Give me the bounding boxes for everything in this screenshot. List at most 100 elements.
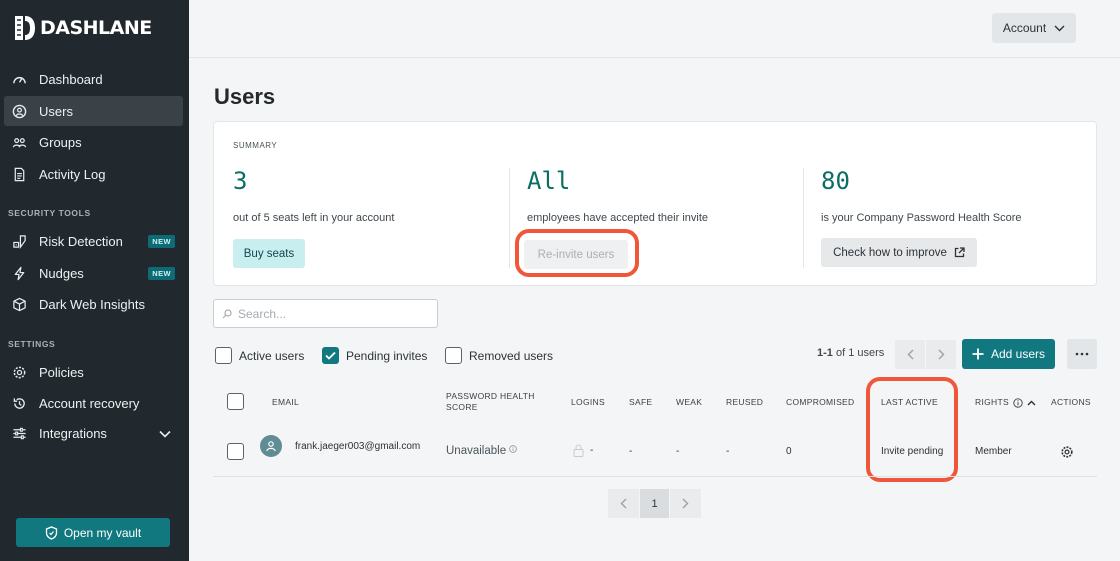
sidebar-item-label: Integrations (39, 425, 107, 441)
pagination-total: of 1 users (835, 347, 885, 359)
cube-icon (12, 297, 27, 312)
health-stat-caption: is your Company Password Health Score (821, 212, 1022, 224)
account-menu-button[interactable]: Account (992, 13, 1076, 43)
safe-value: - (629, 446, 633, 457)
highlight-annotation (866, 377, 958, 482)
row-checkbox[interactable] (227, 443, 244, 460)
logins-value: - (573, 444, 593, 457)
sidebar-item-label: Nudges (39, 265, 84, 281)
weak-value: - (676, 446, 680, 457)
sidebar-item-dashboard[interactable]: Dashboard (4, 64, 183, 94)
search-input[interactable] (238, 306, 418, 321)
last-active-value: Invite pending (881, 446, 944, 457)
previous-page-button[interactable] (895, 340, 925, 369)
gear-icon (12, 365, 27, 380)
sidebar-item-integrations[interactable]: Integrations (4, 418, 183, 448)
highlight-annotation (515, 229, 639, 277)
sidebar-item-groups[interactable]: Groups (4, 127, 183, 157)
sidebar-item-label: Risk Detection (39, 233, 123, 249)
page-number-button[interactable]: 1 (640, 489, 669, 518)
sort-ascending-icon[interactable] (1027, 400, 1036, 406)
next-page-button[interactable] (670, 489, 701, 518)
column-header-rights[interactable]: RIGHTS (975, 397, 1036, 408)
sidebar-item-label: Users (39, 103, 73, 119)
column-header-compromised: COMPROMISED (786, 397, 855, 407)
more-options-button[interactable] (1067, 339, 1097, 369)
health-stat-value: 80 (821, 167, 850, 195)
chevron-down-icon (159, 426, 171, 441)
page-title: Users (214, 84, 276, 109)
section-label-security-tools: SECURITY TOOLS (8, 208, 91, 218)
section-label-settings: SETTINGS (8, 339, 56, 349)
filter-pending-invites[interactable]: Pending invites (322, 347, 427, 364)
search-icon (222, 308, 232, 318)
account-label: Account (1002, 21, 1047, 35)
top-bar (189, 0, 1120, 58)
summary-label: SUMMARY (233, 141, 278, 150)
seats-stat-value: 3 (233, 167, 248, 195)
column-header-email: EMAIL (272, 397, 300, 407)
sidebar-item-label: Account recovery (39, 395, 140, 411)
document-icon (12, 167, 27, 182)
sidebar-item-label: Activity Log (39, 166, 106, 182)
sidebar-item-risk-detection[interactable]: Risk Detection NEW (4, 226, 183, 256)
shield-icon (45, 525, 57, 540)
checkbox-checked[interactable] (322, 347, 339, 364)
lightning-icon (12, 266, 27, 281)
sidebar-item-policies[interactable]: Policies (4, 357, 183, 387)
buy-seats-button[interactable]: Buy seats (233, 239, 305, 268)
sidebar-item-nudges[interactable]: Nudges NEW (4, 258, 183, 288)
checkbox[interactable] (215, 347, 232, 364)
rights-value: Member (975, 446, 1012, 457)
filter-active-users[interactable]: Active users (215, 347, 304, 364)
password-health-value: Unavailable (446, 445, 517, 457)
search-box[interactable] (213, 299, 438, 328)
filter-removed-users[interactable]: Removed users (445, 347, 553, 364)
checkbox[interactable] (445, 347, 462, 364)
column-header-last-active: LAST ACTIVE (881, 397, 938, 407)
divider (509, 168, 510, 268)
next-page-button[interactable] (926, 340, 956, 369)
column-header-weak: WEAK (676, 397, 703, 407)
check-how-to-improve-button[interactable]: Check how to improve (821, 238, 977, 267)
sidebar: DASHLANE Dashboard Users Groups Activity… (0, 0, 189, 561)
column-header-password-health: PASSWORD HEALTH SCORE (446, 391, 535, 412)
info-icon (1013, 397, 1023, 408)
pagination-range: 1-1 (817, 347, 833, 359)
dashlane-logo[interactable]: DASHLANE (14, 14, 152, 42)
column-header-logins: LOGINS (571, 397, 605, 407)
column-header-safe: SAFE (629, 397, 653, 407)
sidebar-item-dark-web-insights[interactable]: Dark Web Insights (4, 289, 183, 319)
filter-label: Pending invites (346, 348, 428, 363)
sidebar-item-activity-log[interactable]: Activity Log (4, 159, 183, 189)
open-vault-button[interactable]: Open my vault (16, 518, 170, 547)
chevron-right-icon (682, 498, 689, 509)
avatar (260, 435, 282, 457)
chevron-down-icon (1054, 25, 1065, 31)
add-users-button[interactable]: Add users (962, 339, 1055, 369)
invites-stat-value: All (527, 167, 571, 195)
sidebar-item-account-recovery[interactable]: Account recovery (4, 388, 183, 418)
sidebar-item-label: Policies (39, 364, 84, 380)
previous-page-button[interactable] (608, 489, 639, 518)
gear-icon (1061, 446, 1073, 458)
user-circle-icon (12, 104, 27, 119)
radar-icon (12, 234, 27, 249)
new-badge: NEW (148, 234, 175, 248)
user-icon (266, 441, 276, 452)
select-all-checkbox[interactable] (227, 393, 244, 410)
sidebar-item-label: Dark Web Insights (39, 296, 145, 312)
new-badge: NEW (148, 266, 175, 280)
invites-stat-caption: employees have accepted their invite (527, 212, 708, 224)
sliders-icon (12, 426, 27, 441)
sidebar-item-users[interactable]: Users (4, 96, 183, 126)
dashlane-logo-icon (15, 16, 35, 40)
chevron-right-icon (938, 349, 944, 360)
more-icon (1075, 352, 1089, 356)
open-vault-label: Open my vault (63, 525, 142, 540)
user-email: frank.jaeger003@gmail.com (295, 441, 421, 452)
plus-icon (972, 348, 984, 360)
row-settings-button[interactable] (1060, 445, 1074, 464)
add-users-label: Add users (990, 347, 1046, 361)
column-header-reused: REUSED (726, 397, 764, 407)
